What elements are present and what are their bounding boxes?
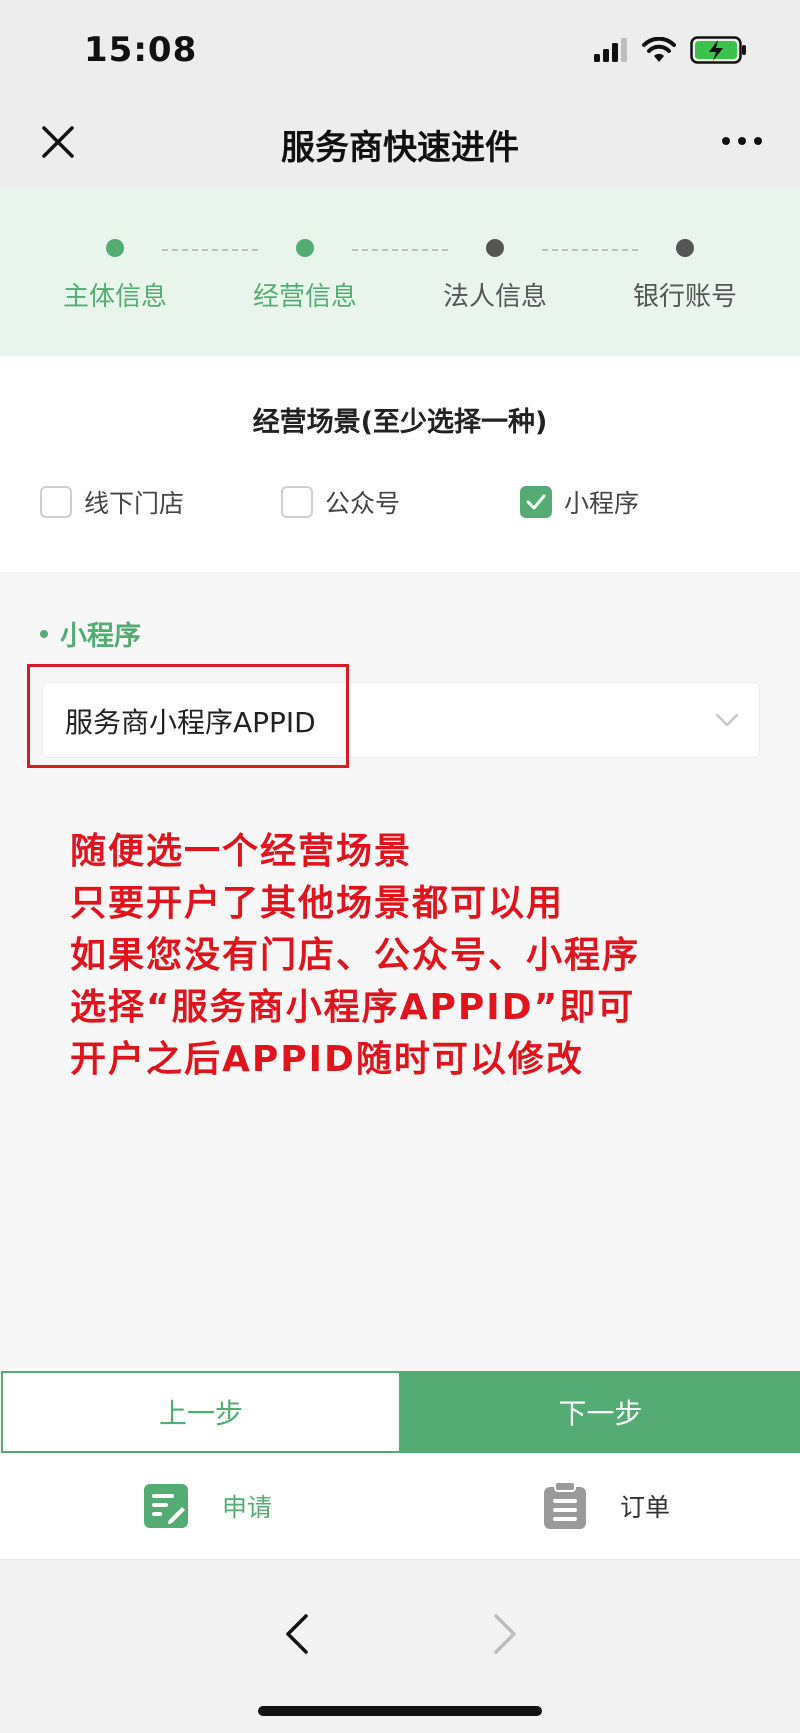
next-step-button[interactable]: 下一步 bbox=[401, 1371, 800, 1453]
battery-charging-icon bbox=[690, 36, 746, 64]
annotation-line: 随便选一个经营场景 bbox=[70, 831, 413, 872]
nav-bar: 服务商快速进件 bbox=[0, 100, 800, 188]
wifi-icon bbox=[642, 37, 676, 62]
annotation-line: 如果您没有门店、公众号、小程序 bbox=[70, 935, 641, 976]
annotation-line: 开户之后APPID随时可以修改 bbox=[70, 1039, 584, 1080]
checkbox-box bbox=[40, 486, 72, 518]
scene-title: 经营场景(至少选择一种) bbox=[252, 407, 548, 438]
section-label-text: 小程序 bbox=[60, 621, 141, 652]
cellular-signal-icon bbox=[594, 38, 627, 62]
status-icons bbox=[594, 36, 748, 64]
annotation-highlight-box bbox=[27, 664, 349, 768]
edit-form-icon bbox=[144, 1484, 188, 1528]
more-options-icon[interactable] bbox=[720, 126, 764, 156]
previous-step-button[interactable]: 上一步 bbox=[1, 1371, 401, 1453]
step-label: 经营信息 bbox=[252, 282, 357, 312]
step-dot bbox=[676, 239, 694, 257]
step-label: 法人信息 bbox=[442, 282, 547, 312]
clipboard-icon bbox=[544, 1481, 586, 1529]
annotation-text: 随便选一个经营场景 只要开户了其他场景都可以用 如果您没有门店、公众号、小程序 … bbox=[70, 826, 760, 1086]
bullet-dot bbox=[40, 629, 48, 638]
step-connector bbox=[162, 249, 258, 251]
chevron-down-icon bbox=[715, 713, 739, 727]
status-time: 15:08 bbox=[84, 30, 198, 70]
checkbox-mini-program[interactable]: 小程序 bbox=[520, 482, 639, 522]
page-title: 服务商快速进件 bbox=[281, 128, 519, 168]
checkbox-label: 小程序 bbox=[564, 489, 640, 518]
step-dot bbox=[486, 239, 504, 257]
checkbox-box bbox=[281, 486, 313, 518]
step-label: 主体信息 bbox=[62, 282, 167, 312]
mini-program-section-label: 小程序 bbox=[40, 614, 141, 653]
back-arrow-icon[interactable] bbox=[284, 1612, 310, 1656]
step-connector bbox=[352, 249, 448, 251]
tab-apply[interactable]: 申请 bbox=[142, 1479, 272, 1533]
browser-toolbar bbox=[0, 1559, 800, 1733]
step-label: 银行账号 bbox=[632, 282, 737, 312]
progress-stepper bbox=[0, 188, 800, 356]
annotation-line: 选择“服务商小程序APPID”即可 bbox=[70, 987, 636, 1028]
tab-orders[interactable]: 订单 bbox=[542, 1479, 670, 1533]
step-dot bbox=[106, 239, 124, 257]
checkbox-label: 线下门店 bbox=[84, 489, 185, 518]
forward-arrow-icon[interactable] bbox=[492, 1612, 518, 1656]
checkbox-box-checked bbox=[520, 486, 552, 518]
annotation-line: 只要开户了其他场景都可以用 bbox=[70, 883, 565, 924]
checkmark-icon bbox=[526, 494, 546, 510]
bottom-tab-bar: 申请 订单 bbox=[0, 1453, 800, 1559]
step-dot bbox=[296, 239, 314, 257]
tab-label: 申请 bbox=[222, 1493, 273, 1522]
business-scene-panel: 经营场景(至少选择一种) 线下门店 公众号 小程序 bbox=[0, 356, 800, 572]
checkbox-label: 公众号 bbox=[325, 489, 401, 518]
checkbox-official-account[interactable]: 公众号 bbox=[281, 482, 400, 522]
checkbox-offline-store[interactable]: 线下门店 bbox=[40, 482, 184, 522]
home-indicator bbox=[258, 1706, 542, 1716]
step-connector bbox=[542, 249, 638, 251]
status-bar: 15:08 bbox=[0, 0, 800, 100]
tab-label: 订单 bbox=[620, 1493, 671, 1522]
